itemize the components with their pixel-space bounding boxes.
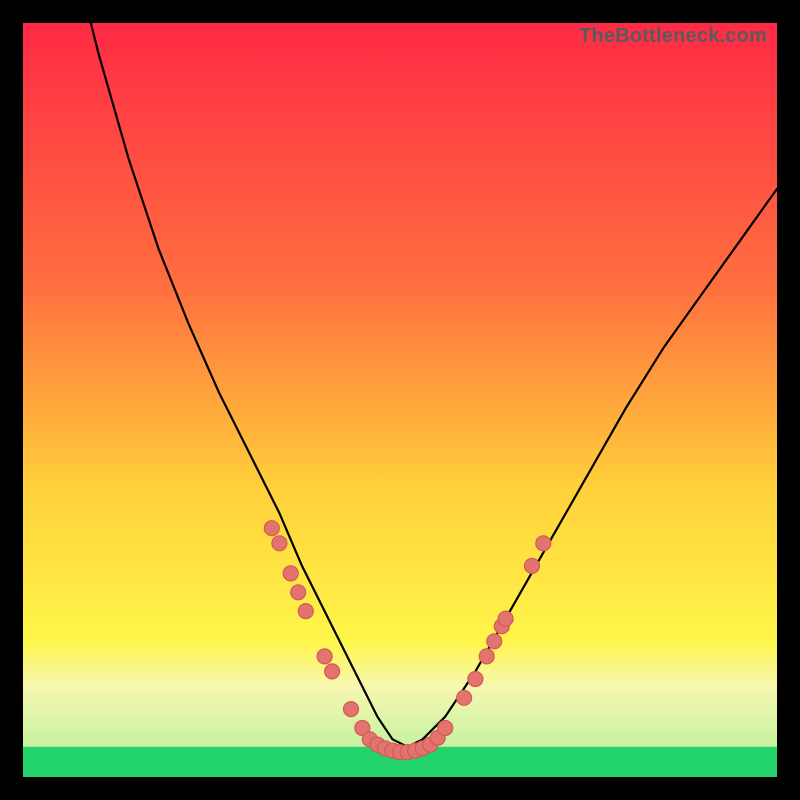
data-point xyxy=(298,604,313,619)
data-point xyxy=(291,585,306,600)
watermark-text: TheBottleneck.com xyxy=(579,25,767,48)
data-point xyxy=(487,634,502,649)
data-point xyxy=(317,649,332,664)
chart-frame: TheBottleneck.com xyxy=(23,23,777,777)
data-point xyxy=(498,611,513,626)
data-point xyxy=(479,649,494,664)
chart-svg xyxy=(23,23,777,777)
band-ok xyxy=(23,687,777,747)
data-point xyxy=(272,536,287,551)
data-point xyxy=(468,672,483,687)
heatmap-gradient xyxy=(23,23,777,777)
data-point xyxy=(457,690,472,705)
data-point xyxy=(344,702,359,717)
plot-area xyxy=(23,23,777,777)
data-point xyxy=(438,721,453,736)
data-point xyxy=(525,558,540,573)
data-point xyxy=(264,521,279,536)
data-point xyxy=(536,536,551,551)
data-point xyxy=(283,566,298,581)
data-point xyxy=(325,664,340,679)
